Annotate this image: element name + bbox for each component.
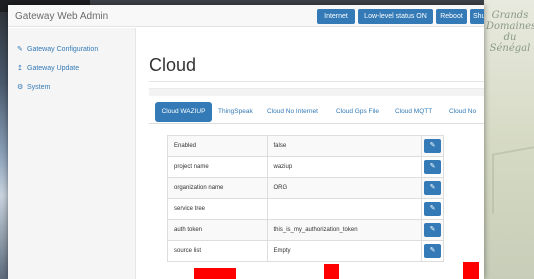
edit-enabled-button[interactable]: ✎ bbox=[424, 139, 441, 153]
upload-icon: ↥ bbox=[17, 65, 23, 72]
edit-source-list-button[interactable]: ✎ bbox=[424, 244, 441, 258]
row-action: ✎ bbox=[421, 135, 444, 157]
edit-icon: ✎ bbox=[17, 46, 23, 53]
row-action: ✎ bbox=[421, 240, 444, 262]
sidebar-item-system[interactable]: ⚙ System bbox=[17, 83, 50, 91]
cloud-settings-table: Enabled false ✎ project name waziup ✎ or… bbox=[167, 135, 444, 262]
table-row: organization name ORG ✎ bbox=[167, 177, 444, 199]
row-action: ✎ bbox=[421, 198, 444, 220]
panel-header bbox=[149, 88, 484, 96]
cloud-tabs: Cloud WAZIUP ThingSpeak Cloud No Interne… bbox=[149, 100, 484, 124]
red-annotation-mark bbox=[194, 268, 236, 279]
table-row: project name waziup ✎ bbox=[167, 156, 444, 178]
row-key: source list bbox=[167, 240, 268, 262]
row-value: waziup bbox=[266, 156, 423, 178]
tab-cloud-no-internet[interactable]: Cloud No Internet bbox=[267, 102, 318, 122]
red-annotation-mark bbox=[324, 264, 339, 279]
top-navbar: Gateway Web Admin Internet Low-level sta… bbox=[8, 5, 484, 27]
sidebar-item-gateway-update[interactable]: ↥ Gateway Update bbox=[17, 64, 79, 72]
app-brand[interactable]: Gateway Web Admin bbox=[15, 11, 108, 22]
reboot-button[interactable]: Reboot bbox=[436, 9, 467, 24]
table-row: service tree ✎ bbox=[167, 198, 444, 220]
page-title: Cloud bbox=[149, 55, 197, 75]
sidebar-item-label: System bbox=[27, 84, 51, 91]
low-level-status-button[interactable]: Low-level status ON bbox=[358, 9, 433, 24]
row-key: service tree bbox=[167, 198, 268, 220]
title-divider bbox=[149, 81, 484, 82]
edit-organization-name-button[interactable]: ✎ bbox=[424, 181, 441, 195]
shutdown-button[interactable]: Shut bbox=[470, 9, 484, 24]
row-value: Empty bbox=[266, 240, 423, 262]
table-row: Enabled false ✎ bbox=[167, 135, 444, 157]
tab-cloud-no[interactable]: Cloud No bbox=[449, 102, 476, 122]
sidebar-item-gateway-configuration[interactable]: ✎ Gateway Configuration bbox=[17, 45, 98, 53]
row-key: organization name bbox=[167, 177, 268, 199]
row-action: ✎ bbox=[421, 177, 444, 199]
tab-cloud-gps-file[interactable]: Cloud Gps File bbox=[336, 102, 379, 122]
tab-thingspeak[interactable]: ThingSpeak bbox=[218, 102, 253, 122]
edit-service-tree-button[interactable]: ✎ bbox=[424, 202, 441, 216]
row-value: false bbox=[266, 135, 423, 157]
edit-auth-token-button[interactable]: ✎ bbox=[424, 223, 441, 237]
row-key: Enabled bbox=[167, 135, 268, 157]
row-key: project name bbox=[167, 156, 268, 178]
tab-cloud-mqtt[interactable]: Cloud MQTT bbox=[395, 102, 432, 122]
row-key: auth token bbox=[167, 219, 268, 241]
sidebar-item-label: Gateway Update bbox=[27, 65, 80, 72]
red-annotation-mark bbox=[463, 262, 479, 279]
edit-project-name-button[interactable]: ✎ bbox=[424, 160, 441, 174]
background-map-label: Grands Domaines du Sénégal bbox=[486, 10, 534, 54]
table-row: auth token this_is_my_authorization_toke… bbox=[167, 219, 444, 241]
row-value: this_is_my_authorization_token bbox=[266, 219, 423, 241]
main-content: Cloud Cloud WAZIUP ThingSpeak Cloud No I… bbox=[137, 28, 484, 279]
row-action: ✎ bbox=[421, 219, 444, 241]
cogs-icon: ⚙ bbox=[17, 84, 24, 91]
row-value bbox=[266, 198, 423, 220]
sidebar: ✎ Gateway Configuration ↥ Gateway Update ⚙… bbox=[8, 28, 136, 279]
tab-cloud-waziup[interactable]: Cloud WAZIUP bbox=[155, 102, 212, 122]
internet-button[interactable]: Internet bbox=[317, 9, 355, 24]
background-map-shape bbox=[492, 146, 534, 214]
row-value: ORG bbox=[266, 177, 423, 199]
sidebar-item-label: Gateway Configuration bbox=[27, 46, 99, 53]
browser-window: Gateway Web Admin Internet Low-level sta… bbox=[8, 5, 484, 279]
table-row: source list Empty ✎ bbox=[167, 240, 444, 262]
row-action: ✎ bbox=[421, 156, 444, 178]
